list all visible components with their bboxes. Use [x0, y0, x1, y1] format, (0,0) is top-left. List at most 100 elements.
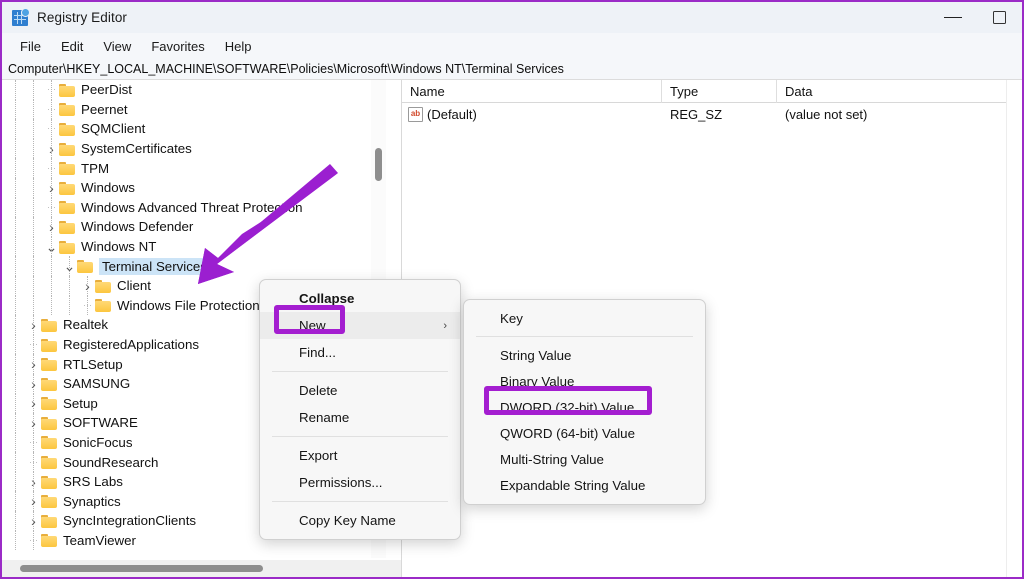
tree-guide-line	[15, 178, 16, 198]
tree-item-label: SQMClient	[81, 121, 149, 136]
tree-guide-line	[15, 80, 16, 100]
context-menu-item-label: Collapse	[299, 291, 354, 306]
new-submenu-item-qword-64-bit-value[interactable]: QWORD (64-bit) Value	[464, 420, 705, 446]
context-menu-item-label: Copy Key Name	[299, 513, 396, 528]
context-menu-item-copy-key-name[interactable]: Copy Key Name	[260, 507, 460, 534]
tree-vertical-scroll-thumb[interactable]	[375, 148, 382, 181]
tree-item-peerdist[interactable]: ···PeerDist	[2, 80, 387, 100]
folder-icon	[59, 102, 76, 116]
title-bar: Registry Editor	[2, 2, 1022, 33]
column-header-data[interactable]: Data	[777, 80, 1021, 103]
tree-item-sqmclient[interactable]: ···SQMClient	[2, 119, 387, 139]
tree-item-windows[interactable]: ›Windows	[2, 178, 387, 198]
folder-icon	[41, 357, 58, 371]
maximize-button[interactable]	[976, 2, 1022, 33]
tree-guide-line	[33, 217, 34, 237]
folder-icon	[41, 377, 58, 391]
new-submenu-item-binary-value[interactable]: Binary Value	[464, 368, 705, 394]
tree-item-label: RegisteredApplications	[63, 337, 203, 352]
new-submenu-item-key[interactable]: Key	[464, 305, 705, 331]
new-submenu-item-label: Expandable String Value	[500, 478, 645, 493]
tree-guide-line	[33, 394, 34, 414]
tree-guide-line	[33, 531, 34, 551]
new-submenu-item-multi-string-value[interactable]: Multi-String Value	[464, 446, 705, 472]
tree-guide-line	[51, 256, 52, 276]
tree-horizontal-scroll-thumb[interactable]	[20, 565, 263, 572]
menu-bar: File Edit View Favorites Help	[2, 33, 1022, 59]
tree-guide-line	[51, 119, 52, 139]
tree-guide-line	[69, 256, 70, 276]
tree-guide-line	[15, 315, 16, 335]
address-bar[interactable]: Computer\HKEY_LOCAL_MACHINE\SOFTWARE\Pol…	[2, 59, 1022, 80]
tree-item-label: Synaptics	[63, 494, 125, 509]
context-menu-item-export[interactable]: Export	[260, 442, 460, 469]
new-submenu-item-string-value[interactable]: String Value	[464, 342, 705, 368]
tree-guide-line	[51, 217, 52, 237]
new-submenu-item-dword-32-bit-value[interactable]: DWORD (32-bit) Value	[464, 394, 705, 420]
folder-icon	[41, 455, 58, 469]
menu-help[interactable]: Help	[215, 36, 262, 57]
tree-guide-line	[33, 158, 34, 178]
new-submenu-item-expandable-string-value[interactable]: Expandable String Value	[464, 472, 705, 498]
tree-guide-line	[33, 452, 34, 472]
tree-item-peernet[interactable]: ···Peernet	[2, 100, 387, 120]
tree-item-label: SystemCertificates	[81, 141, 196, 156]
context-menu-item-collapse[interactable]: Collapse	[260, 285, 460, 312]
string-value-icon: ab	[408, 107, 423, 122]
column-header-name[interactable]: Name	[402, 80, 662, 103]
context-menu: Collapse New›Find... DeleteRename ExportPer…	[259, 279, 461, 540]
menu-view[interactable]: View	[93, 36, 141, 57]
folder-icon	[95, 298, 112, 312]
new-submenu-item-label: QWORD (64-bit) Value	[500, 426, 635, 441]
chevron-right-icon: ›	[443, 320, 447, 332]
tree-item-tpm[interactable]: ···TPM	[2, 158, 387, 178]
caption-buttons	[930, 2, 1022, 33]
context-menu-item-rename[interactable]: Rename	[260, 404, 460, 431]
context-menu-item-permissions[interactable]: Permissions...	[260, 469, 460, 496]
menu-file[interactable]: File	[10, 36, 51, 57]
tree-guide-line	[15, 472, 16, 492]
context-menu-item-find[interactable]: Find...	[260, 339, 460, 366]
tree-item-label: SoundResearch	[63, 455, 162, 470]
tree-guide-line	[51, 100, 52, 120]
new-submenu-item-label: DWORD (32-bit) Value	[500, 400, 634, 415]
folder-icon	[41, 514, 58, 528]
tree-guide-line	[15, 394, 16, 414]
tree-guide-line	[15, 139, 16, 159]
menu-favorites[interactable]: Favorites	[141, 36, 214, 57]
context-menu-item-new[interactable]: New›	[260, 312, 460, 339]
tree-item-systemcertificates[interactable]: ›SystemCertificates	[2, 139, 387, 159]
table-row[interactable]: ab (Default) REG_SZ (value not set)	[402, 103, 1021, 125]
tree-item-label: PeerDist	[81, 82, 136, 97]
tree-guide-line	[33, 80, 34, 100]
tree-guide-line	[33, 511, 34, 531]
tree-horizontal-scrollbar[interactable]	[2, 560, 402, 577]
value-list-header: Name Type Data	[402, 80, 1021, 103]
tree-item-windows-defender[interactable]: ›Windows Defender	[2, 217, 387, 237]
tree-guide-line	[15, 354, 16, 374]
tree-guide-line	[33, 237, 34, 257]
folder-icon	[41, 435, 58, 449]
tree-item-terminal-services[interactable]: ⌄Terminal Services	[2, 256, 387, 276]
tree-guide-line	[33, 178, 34, 198]
tree-guide-line	[15, 433, 16, 453]
registry-editor-window: Registry Editor File Edit View Favorites…	[0, 0, 1024, 579]
tree-guide-line	[33, 374, 34, 394]
value-data-cell: (value not set)	[777, 107, 1021, 122]
tree-item-label: Windows File Protection	[117, 298, 264, 313]
tree-guide-line	[87, 296, 88, 316]
column-header-type[interactable]: Type	[662, 80, 777, 103]
value-type-cell: REG_SZ	[662, 107, 777, 122]
minimize-button[interactable]	[930, 2, 976, 33]
tree-guide-line	[15, 491, 16, 511]
tree-item-windows-nt[interactable]: ⌄Windows NT	[2, 237, 387, 257]
tree-item-windows-advanced-threat-protection[interactable]: ···Windows Advanced Threat Protection	[2, 198, 387, 218]
folder-icon	[41, 338, 58, 352]
context-menu-item-delete[interactable]: Delete	[260, 377, 460, 404]
new-submenu-item-label: String Value	[500, 348, 571, 363]
menu-edit[interactable]: Edit	[51, 36, 93, 57]
folder-icon	[59, 142, 76, 156]
value-vertical-scrollbar[interactable]	[1006, 80, 1021, 577]
tree-guide-line	[51, 80, 52, 100]
registry-editor-icon	[12, 10, 28, 26]
